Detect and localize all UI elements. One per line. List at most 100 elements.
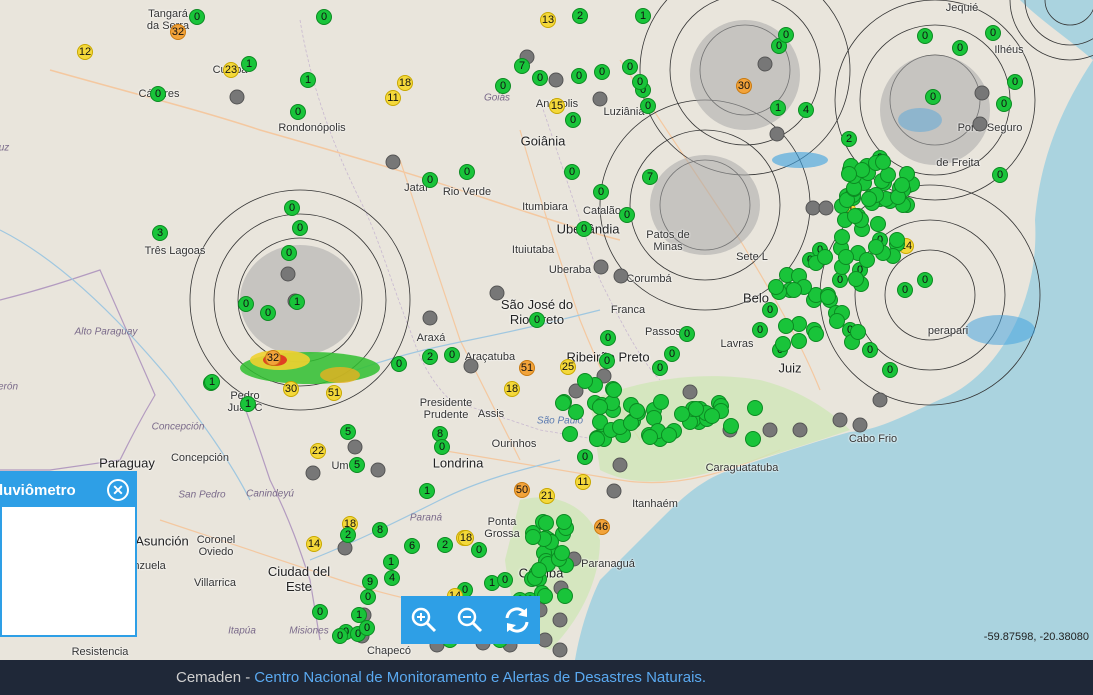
rain-gauge-marker[interactable] [819, 289, 836, 306]
rain-gauge-marker[interactable] [554, 544, 571, 561]
zoom-in-button[interactable] [408, 604, 440, 636]
station-marker-offline[interactable] [552, 642, 568, 658]
rain-gauge-marker[interactable] [577, 373, 594, 390]
rain-gauge-marker[interactable] [870, 216, 887, 233]
map-canvas[interactable]: Tangaráda SerraCuiabáCáceresRondonópolis… [0, 0, 1093, 660]
rain-gauge-marker[interactable] [537, 514, 554, 531]
rain-gauge-marker[interactable]: 0 [316, 9, 332, 25]
rain-gauge-marker[interactable]: 11 [385, 90, 401, 106]
rain-gauge-marker[interactable]: 0 [284, 200, 300, 216]
rain-gauge-marker[interactable]: 0 [434, 439, 450, 455]
rain-gauge-marker[interactable] [628, 402, 645, 419]
rain-gauge-marker[interactable] [589, 431, 606, 448]
rain-gauge-marker[interactable] [592, 398, 609, 415]
rain-gauge-marker[interactable]: 0 [752, 322, 768, 338]
rain-gauge-marker[interactable]: 0 [532, 70, 548, 86]
rain-gauge-marker[interactable]: 4 [384, 570, 400, 586]
rain-gauge-marker[interactable]: 0 [917, 272, 933, 288]
rain-gauge-marker[interactable]: 1 [300, 72, 316, 88]
rain-gauge-marker[interactable]: 25 [560, 359, 576, 375]
station-marker-offline[interactable] [762, 422, 778, 438]
rain-gauge-marker[interactable]: 46 [594, 519, 610, 535]
rain-gauge-marker[interactable]: 51 [326, 385, 342, 401]
rain-gauge-marker[interactable]: 15 [549, 98, 565, 114]
rain-gauge-marker[interactable]: 0 [679, 326, 695, 342]
station-marker-offline[interactable] [852, 417, 868, 433]
rain-gauge-marker[interactable]: 0 [762, 302, 778, 318]
station-marker-offline[interactable] [229, 89, 245, 105]
rain-gauge-marker[interactable]: 18 [397, 75, 413, 91]
rain-gauge-marker[interactable] [746, 399, 763, 416]
rain-gauge-marker[interactable]: 30 [283, 381, 299, 397]
close-icon[interactable]: ✕ [107, 479, 129, 501]
rain-gauge-marker[interactable]: 7 [642, 169, 658, 185]
rain-gauge-marker[interactable] [874, 154, 891, 171]
station-marker-offline[interactable] [592, 91, 608, 107]
rain-gauge-marker[interactable]: 0 [332, 628, 348, 644]
rain-gauge-marker[interactable]: 23 [223, 62, 239, 78]
station-marker-offline[interactable] [593, 259, 609, 275]
rain-gauge-marker[interactable] [847, 270, 864, 287]
station-marker-offline[interactable] [613, 268, 629, 284]
station-marker-offline[interactable] [385, 154, 401, 170]
rain-gauge-marker[interactable]: 0 [471, 542, 487, 558]
rain-gauge-marker[interactable]: 0 [664, 346, 680, 362]
rain-gauge-marker[interactable] [840, 166, 857, 183]
rain-gauge-marker[interactable]: 30 [736, 78, 752, 94]
rain-gauge-marker[interactable]: 1 [204, 374, 220, 390]
station-marker-offline[interactable] [769, 126, 785, 142]
rain-gauge-marker[interactable] [744, 430, 761, 447]
rain-gauge-marker[interactable]: 0 [862, 342, 878, 358]
rain-gauge-marker[interactable] [660, 427, 677, 444]
rain-gauge-marker[interactable]: 0 [529, 312, 545, 328]
rain-gauge-marker[interactable] [791, 333, 807, 350]
rain-gauge-marker[interactable] [808, 325, 825, 342]
rain-gauge-marker[interactable]: 51 [519, 360, 535, 376]
rain-gauge-marker[interactable]: 2 [841, 131, 857, 147]
rain-gauge-marker[interactable] [778, 318, 795, 335]
rain-gauge-marker[interactable]: 0 [619, 207, 635, 223]
rain-gauge-marker[interactable] [828, 313, 845, 330]
rain-gauge-marker[interactable]: 9 [362, 574, 378, 590]
rain-gauge-marker[interactable]: 0 [600, 330, 616, 346]
rain-gauge-marker[interactable]: 0 [992, 167, 1008, 183]
footer-link[interactable]: Centro Nacional de Monitoramento e Alert… [254, 669, 706, 686]
rain-gauge-marker[interactable]: 0 [238, 296, 254, 312]
rain-gauge-marker[interactable]: 12 [77, 44, 93, 60]
rain-gauge-marker[interactable]: 0 [260, 305, 276, 321]
rain-gauge-marker[interactable]: 5 [349, 457, 365, 473]
rain-gauge-marker[interactable] [641, 429, 658, 446]
rain-gauge-marker[interactable]: 32 [265, 350, 281, 366]
rain-gauge-marker[interactable]: 0 [189, 9, 205, 25]
rain-gauge-marker[interactable]: 0 [996, 96, 1012, 112]
rain-gauge-marker[interactable]: 0 [576, 221, 592, 237]
rain-gauge-marker[interactable]: 0 [778, 27, 794, 43]
rain-gauge-marker[interactable]: 2 [572, 8, 588, 24]
rain-gauge-marker[interactable] [775, 336, 792, 353]
rain-gauge-marker[interactable]: 0 [599, 353, 615, 369]
rain-gauge-marker[interactable]: 7 [514, 58, 530, 74]
rain-gauge-marker[interactable]: 1 [770, 100, 786, 116]
refresh-button[interactable] [501, 604, 533, 636]
rain-gauge-marker[interactable]: 0 [952, 40, 968, 56]
station-marker-offline[interactable] [832, 412, 848, 428]
station-marker-offline[interactable] [347, 439, 363, 455]
rain-gauge-marker[interactable]: 6 [404, 538, 420, 554]
rain-gauge-marker[interactable] [531, 562, 548, 579]
rain-gauge-marker[interactable] [653, 394, 670, 410]
rain-gauge-marker[interactable] [723, 418, 740, 435]
rain-gauge-marker[interactable]: 0 [594, 64, 610, 80]
rain-gauge-marker[interactable] [688, 401, 705, 418]
rain-gauge-marker[interactable]: 0 [593, 184, 609, 200]
rain-gauge-marker[interactable] [894, 176, 910, 193]
rain-gauge-marker[interactable] [838, 248, 855, 265]
rain-gauge-marker[interactable]: 0 [150, 86, 166, 102]
rain-gauge-marker[interactable]: 2 [437, 537, 453, 553]
rain-gauge-marker[interactable] [834, 229, 851, 246]
rain-gauge-marker[interactable]: 0 [917, 28, 933, 44]
station-marker-offline[interactable] [548, 72, 564, 88]
rain-gauge-marker[interactable]: 0 [564, 164, 580, 180]
rain-gauge-marker[interactable]: 50 [514, 482, 530, 498]
rain-gauge-marker[interactable]: 3 [152, 225, 168, 241]
rain-gauge-marker[interactable]: 1 [635, 8, 651, 24]
